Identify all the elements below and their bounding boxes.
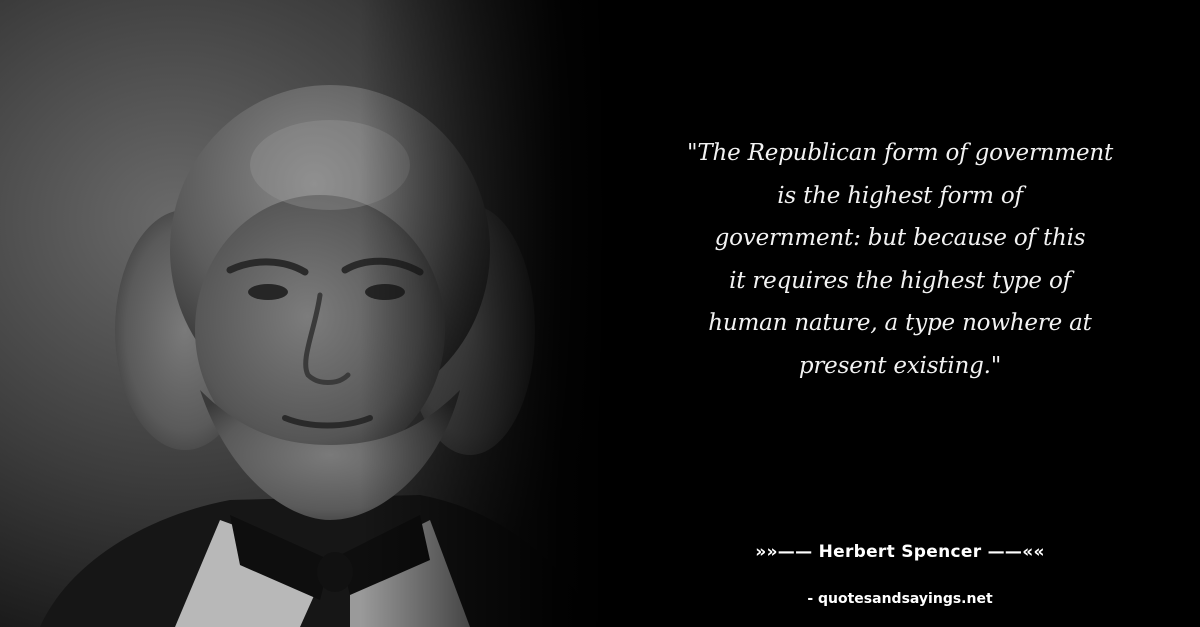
quote-line: it requires the highest type of — [729, 267, 1071, 294]
quote-card: "The Republican form of government is th… — [0, 0, 1200, 627]
quote-line: human nature, a type nowhere at — [708, 310, 1092, 336]
quote-line: present existing." — [798, 352, 1002, 379]
author-portrait — [0, 0, 700, 627]
author-attribution: »»—— Herbert Spencer ——«« — [755, 542, 1045, 562]
quote-line: is the highest form of — [777, 182, 1023, 209]
quote-line: "The Republican form of government — [686, 140, 1114, 166]
quote-text: "The Republican form of government is th… — [640, 132, 1160, 387]
quote-line: government: but because of this — [714, 225, 1086, 251]
source-site: - quotesandsayings.net — [807, 591, 993, 607]
